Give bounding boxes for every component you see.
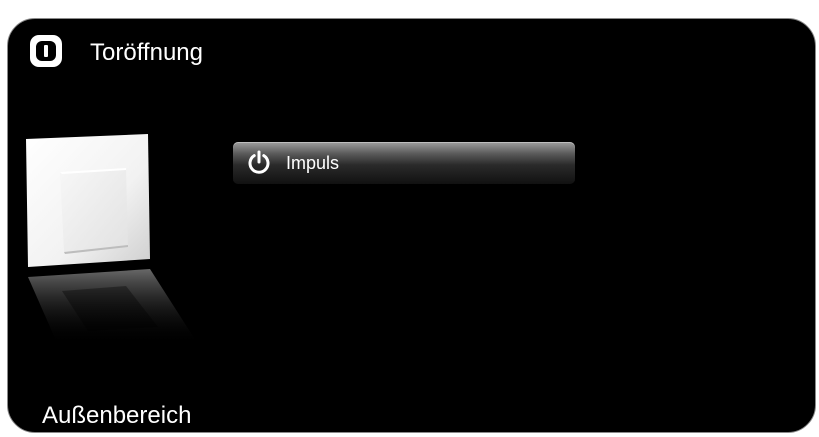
light-switch-icon bbox=[26, 134, 196, 345]
impuls-label: Impuls bbox=[286, 153, 340, 173]
power-icon bbox=[248, 150, 270, 174]
door-status-icon bbox=[30, 35, 62, 67]
area-label: Außenbereich bbox=[42, 402, 192, 429]
widget-panel: Toröffnung Impuls Außenbereich bbox=[7, 18, 816, 433]
page-title: Toröffnung bbox=[90, 39, 203, 66]
impuls-button[interactable]: Impuls bbox=[233, 142, 575, 184]
